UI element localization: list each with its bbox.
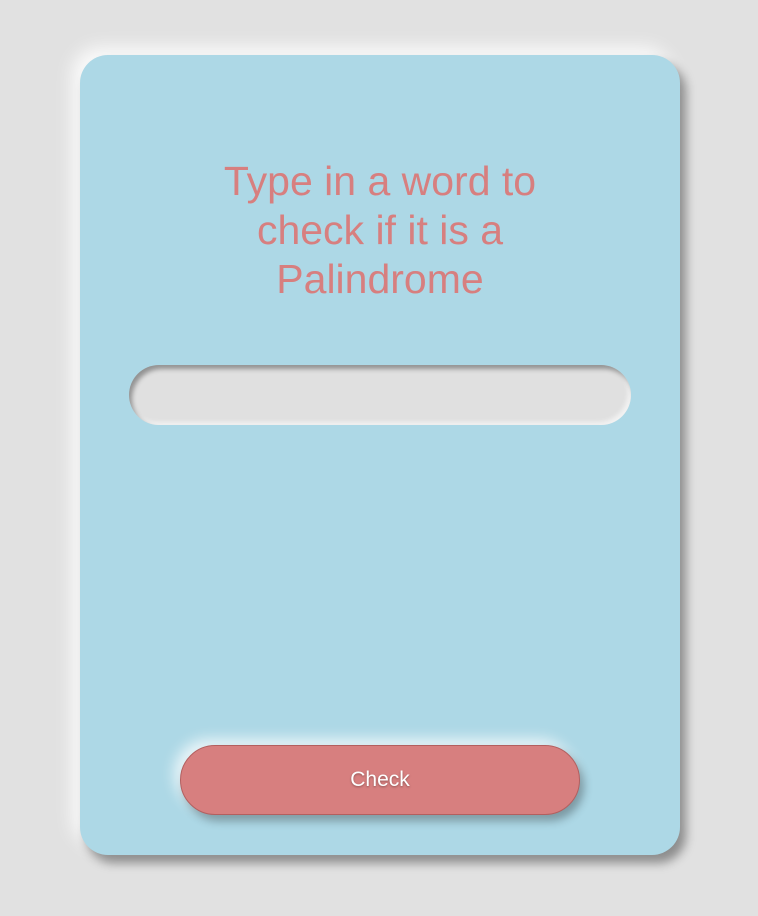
word-input[interactable] (129, 365, 631, 425)
check-button[interactable]: Check (180, 745, 580, 815)
page-title: Type in a word to check if it is a Palin… (223, 158, 537, 302)
palindrome-card: Type in a word to check if it is a Palin… (80, 55, 680, 855)
page: Type in a word to check if it is a Palin… (0, 0, 758, 916)
